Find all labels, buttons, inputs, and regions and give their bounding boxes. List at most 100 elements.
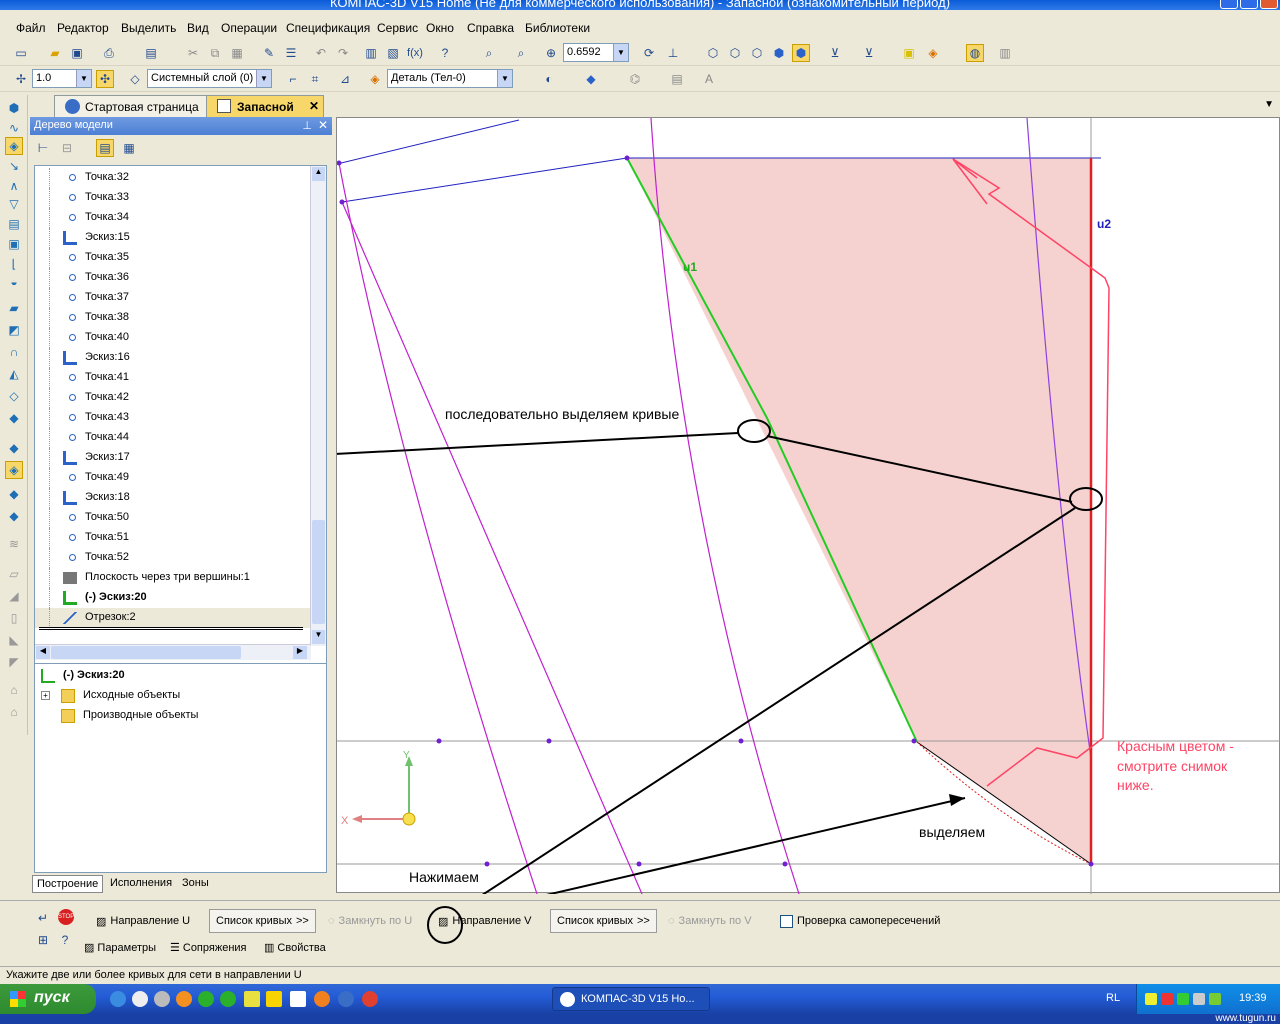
tree-item[interactable]: Эскиз:18 — [35, 488, 311, 508]
detail-icon[interactable]: ◈ — [366, 70, 384, 88]
tab-spare[interactable]: Запасной ✕ — [206, 95, 324, 117]
tab-versions[interactable]: Исполнения — [106, 875, 176, 891]
tree-item[interactable]: Точка:52 — [35, 548, 311, 568]
stop-icon[interactable]: STOP — [58, 909, 74, 925]
scroll-up-icon[interactable]: ▲ — [312, 167, 325, 181]
extrude-tool-icon[interactable]: ▰ — [5, 299, 23, 317]
taskbar-kompas-button[interactable]: КОМПАС-3D V15 Но... — [552, 987, 710, 1011]
help-pointer-icon[interactable]: ? — [436, 44, 454, 62]
tree-item[interactable]: Эскиз:16 — [35, 348, 311, 368]
line-width-combo[interactable]: 1.0 ▼ — [32, 69, 92, 88]
color-icon[interactable]: ◆ — [582, 70, 600, 88]
surface-spline-icon[interactable]: ◆ — [5, 485, 23, 503]
tree-structure-icon[interactable]: ⊢ — [34, 139, 52, 157]
text-icon[interactable]: A — [700, 70, 718, 88]
tree-item[interactable]: Точка:49 — [35, 468, 311, 488]
app6-icon[interactable] — [220, 991, 236, 1007]
menu-libraries[interactable]: Библиотеки — [525, 21, 590, 35]
tray-icon-1[interactable] — [1145, 993, 1157, 1005]
scroll-down-icon[interactable]: ▼ — [312, 630, 325, 644]
variables-icon[interactable]: ▧ — [384, 44, 402, 62]
tree-horizontal-scrollbar[interactable]: ◀ ▶ — [35, 644, 311, 660]
notes-icon[interactable] — [244, 991, 260, 1007]
layer-icon[interactable]: ◇ — [126, 70, 144, 88]
menu-specification[interactable]: Спецификация — [286, 21, 370, 35]
tab-zones[interactable]: Зоны — [178, 875, 213, 891]
blender-icon[interactable] — [314, 991, 330, 1007]
block-tool-icon[interactable]: ▣ — [5, 235, 23, 253]
minimize-button[interactable] — [1220, 0, 1238, 9]
app8-icon[interactable] — [266, 991, 282, 1007]
properties-icon[interactable]: ✎ — [260, 44, 278, 62]
revolve-tool-icon[interactable]: ◩ — [5, 321, 23, 339]
view-hidden-icon[interactable]: ⬡ — [726, 44, 744, 62]
surface-patch-icon[interactable]: ◆ — [5, 439, 23, 457]
auto-create-icon[interactable]: ⊞ — [34, 931, 52, 949]
doc-icon[interactable] — [290, 991, 306, 1007]
tab-construction[interactable]: Построение — [32, 875, 104, 893]
zoom-window-icon[interactable]: ⌕ — [480, 44, 498, 62]
cut-icon[interactable]: ✂ — [184, 44, 202, 62]
angle-tool-icon[interactable]: ∧ — [5, 177, 23, 195]
sheet-tool-icon[interactable]: ▯ — [5, 609, 23, 627]
view-wireframe-icon[interactable]: ⬡ — [704, 44, 722, 62]
language-indicator[interactable]: RL — [1106, 992, 1120, 1004]
self-intersection-checkbox[interactable]: Проверка самопересечений — [780, 909, 940, 933]
tree-item[interactable]: Точка:42 — [35, 388, 311, 408]
rotate-icon[interactable]: ⟳ — [640, 44, 658, 62]
save-icon[interactable]: ▣ — [68, 44, 86, 62]
surface-tool-icon[interactable]: ◈ — [5, 137, 23, 155]
firefox-icon[interactable] — [176, 991, 192, 1007]
coordinate-icon[interactable]: ✢ — [12, 70, 30, 88]
start-button[interactable]: пуск — [0, 984, 96, 1014]
menu-help[interactable]: Справка — [467, 21, 514, 35]
function-icon[interactable]: f(x) — [406, 44, 424, 62]
tree-item[interactable]: Точка:51 — [35, 528, 311, 548]
cube-tool-icon[interactable]: ⬢ — [5, 99, 23, 117]
menu-window[interactable]: Окно — [426, 21, 454, 35]
sketch-edit-icon[interactable]: ⌗ — [306, 70, 324, 88]
tree-item[interactable]: Точка:33 — [35, 188, 311, 208]
app3-icon[interactable] — [154, 991, 170, 1007]
chrome-icon[interactable] — [362, 991, 378, 1007]
tree-item[interactable]: Плоскость через три вершины:1 — [35, 568, 311, 588]
view-thin-icon[interactable]: ⬡ — [748, 44, 766, 62]
direction-u-button[interactable]: ▨ Направление U — [96, 909, 190, 933]
tree-item[interactable]: Точка:44 — [35, 428, 311, 448]
scroll-left-icon[interactable]: ◀ — [36, 646, 50, 659]
zoom-all-icon[interactable]: ⌕ — [512, 44, 530, 62]
plate-tool-icon[interactable]: ▱ — [5, 565, 23, 583]
view-shaded-edges-icon[interactable]: ⬢ — [792, 44, 810, 62]
manager-icon[interactable]: ▥ — [362, 44, 380, 62]
tray-icon-3[interactable] — [1177, 993, 1189, 1005]
detail-combo[interactable]: Деталь (Тел-0) ▼ — [387, 69, 513, 88]
mate-icon[interactable]: ⌬ — [626, 70, 644, 88]
preview-icon[interactable]: ▤ — [142, 44, 160, 62]
expand-icon[interactable]: + — [41, 691, 50, 700]
tabs-menu-icon[interactable]: ▼ — [1264, 99, 1274, 110]
loft-tool-icon[interactable]: ◇ — [5, 387, 23, 405]
ie-icon[interactable] — [110, 991, 126, 1007]
graph-tool-icon[interactable]: ⌊ — [5, 255, 23, 273]
copy-icon[interactable]: ⧉ — [206, 44, 224, 62]
measure-icon[interactable]: ▥ — [996, 44, 1014, 62]
tree-vertical-scrollbar[interactable]: ▲ ▼ — [310, 166, 326, 646]
table-icon[interactable]: ▤ — [668, 70, 686, 88]
layer-combo[interactable]: Системный слой (0) ▼ — [147, 69, 272, 88]
fold-tool-icon[interactable]: ◢ — [5, 587, 23, 605]
arrow-tool-icon[interactable]: ↘ — [5, 157, 23, 175]
tree-item[interactable]: Точка:35 — [35, 248, 311, 268]
edge-tool-icon[interactable]: ◤ — [5, 653, 23, 671]
mode-icon[interactable]: ◍ — [966, 44, 984, 62]
tree-item[interactable]: Точка:34 — [35, 208, 311, 228]
paste-icon[interactable]: ▦ — [228, 44, 246, 62]
tree-props-icon[interactable]: ▦ — [120, 139, 138, 157]
tree-item[interactable]: Точка:38 — [35, 308, 311, 328]
zoom-combo[interactable]: 0.6592 ▼ — [563, 43, 629, 62]
menu-service[interactable]: Сервис — [377, 21, 418, 35]
sweep-tool-icon[interactable]: ◭ — [5, 365, 23, 383]
model-viewport[interactable]: u1 u2 Y X последовательно выделяем кривы… — [336, 117, 1280, 894]
snap-icon[interactable]: ✣ — [96, 70, 114, 88]
tree-item[interactable]: Точка:40 — [35, 328, 311, 348]
tree-item[interactable]: Точка:37 — [35, 288, 311, 308]
